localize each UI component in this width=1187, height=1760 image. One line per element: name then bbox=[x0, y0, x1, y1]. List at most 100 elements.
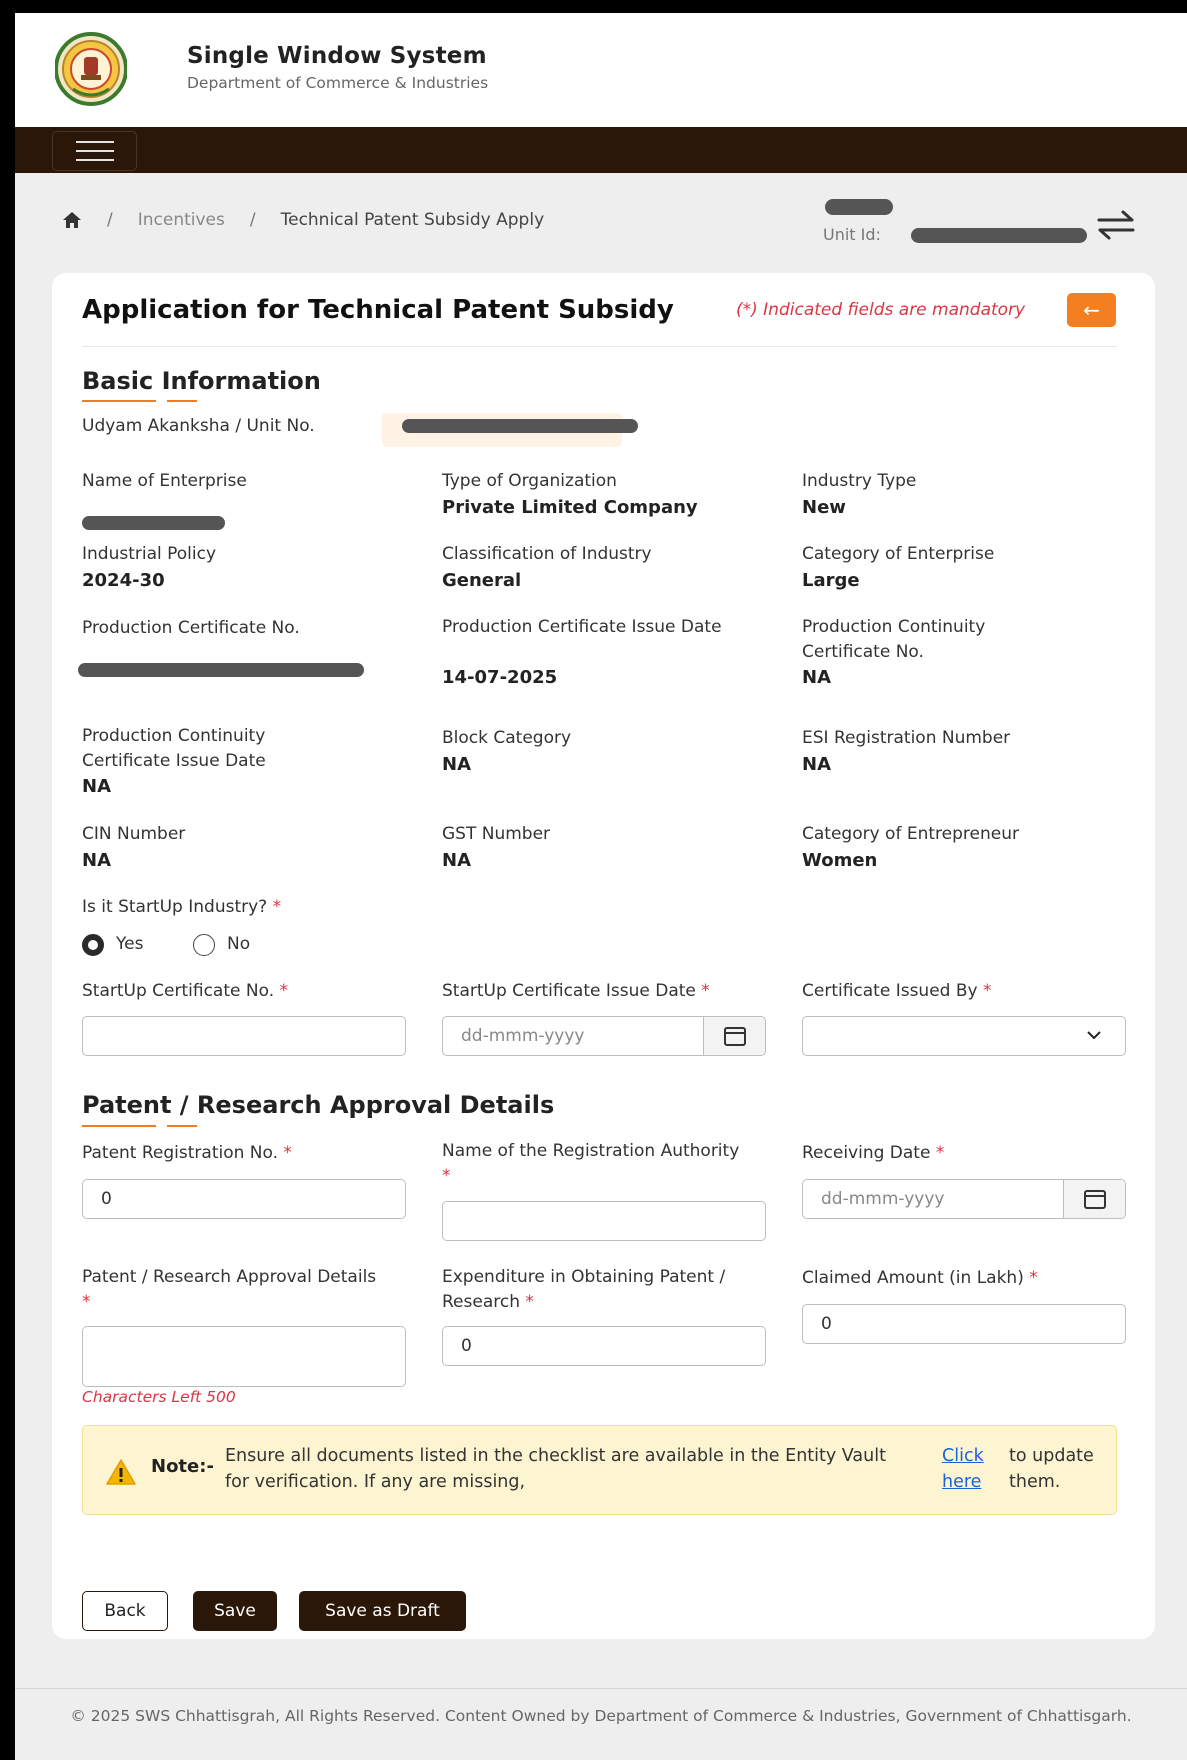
date-placeholder: dd-mmm-yyyy bbox=[821, 1189, 945, 1209]
esi-number-label: ESI Registration Number bbox=[802, 728, 1011, 748]
cert-issued-by-label: Certificate Issued By * bbox=[802, 979, 992, 1004]
startup-cert-date-label: StartUp Certificate Issue Date * bbox=[442, 979, 710, 1004]
cert-issued-by-select[interactable] bbox=[802, 1016, 1126, 1056]
calendar-icon-button[interactable] bbox=[1063, 1180, 1125, 1218]
title-divider bbox=[82, 346, 1117, 347]
organization-type-label: Type of Organization bbox=[442, 471, 617, 491]
authority-text: Name of the Registration Authority bbox=[442, 1141, 740, 1161]
authority-label: Name of the Registration Authority * bbox=[442, 1139, 742, 1189]
page-title: Application for Technical Patent Subsidy bbox=[82, 295, 674, 325]
footer-copyright: © 2025 SWS Chhattisgrah, All Rights Rese… bbox=[70, 1707, 1132, 1725]
breadcrumb-separator: / bbox=[249, 210, 256, 230]
continuity-cert-date-value: NA bbox=[82, 776, 111, 797]
udyam-value-pill bbox=[382, 413, 638, 447]
brand-header: Single Window System Department of Comme… bbox=[15, 13, 1187, 127]
required-marker: * bbox=[272, 897, 282, 917]
switch-unit-icon[interactable] bbox=[1095, 208, 1137, 242]
patent-reg-no-input[interactable]: 0 bbox=[82, 1179, 406, 1219]
expenditure-label: Expenditure in Obtaining Patent / Resear… bbox=[442, 1265, 772, 1315]
required-marker: * bbox=[1029, 1268, 1038, 1288]
redacted-udyam-number bbox=[402, 419, 638, 433]
redacted-unit-name bbox=[825, 199, 893, 215]
unit-id-label: Unit Id: bbox=[823, 225, 881, 244]
back-button[interactable]: Back bbox=[82, 1591, 168, 1631]
startup-question-label: Is it StartUp Industry? * bbox=[82, 895, 281, 920]
save-button[interactable]: Save bbox=[193, 1591, 277, 1631]
continuity-cert-no-label: Production Continuity Certificate No. bbox=[802, 617, 986, 662]
home-icon[interactable] bbox=[62, 210, 82, 230]
section-title-basic-info: Basic Information bbox=[82, 367, 321, 395]
back-arrow-button[interactable]: ← bbox=[1067, 293, 1116, 327]
note-text: Ensure all documents listed in the check… bbox=[225, 1446, 886, 1492]
breadcrumb-incentives-link[interactable]: Incentives bbox=[138, 210, 225, 230]
expenditure-input[interactable]: 0 bbox=[442, 1326, 766, 1366]
startup-yes-radio[interactable] bbox=[82, 934, 104, 956]
production-cert-date-value: 14-07-2025 bbox=[442, 667, 558, 688]
mandatory-note: (*) Indicated fields are mandatory bbox=[736, 300, 1026, 320]
required-marker: * bbox=[983, 981, 992, 1001]
save-as-draft-button[interactable]: Save as Draft bbox=[299, 1591, 466, 1631]
approval-details-label: Patent / Research Approval Details * bbox=[82, 1265, 382, 1315]
app-frame: Single Window System Department of Comme… bbox=[15, 13, 1187, 1760]
patent-reg-no-text: Patent Registration No. bbox=[82, 1143, 279, 1163]
breadcrumb-separator: / bbox=[107, 210, 113, 230]
click-here-link[interactable]: Click here bbox=[942, 1443, 1002, 1495]
required-marker: * bbox=[701, 981, 710, 1001]
note-label: Note:- bbox=[151, 1456, 214, 1477]
continuity-cert-no-value: NA bbox=[802, 667, 831, 688]
calendar-icon bbox=[1083, 1190, 1106, 1209]
cert-issued-by-text: Certificate Issued By bbox=[802, 981, 978, 1001]
startup-cert-date-input[interactable]: dd-mmm-yyyy bbox=[442, 1016, 766, 1056]
receiving-date-label: Receiving Date * bbox=[802, 1141, 944, 1166]
enterprise-category-label: Category of Enterprise bbox=[802, 544, 995, 564]
top-navbar bbox=[15, 127, 1187, 173]
section-underline bbox=[167, 400, 197, 402]
receiving-date-input[interactable]: dd-mmm-yyyy bbox=[802, 1179, 1126, 1219]
entrepreneur-category-label: Category of Entrepreneur bbox=[802, 824, 1019, 844]
block-category-label: Block Category bbox=[442, 728, 572, 748]
startup-cert-date-text: StartUp Certificate Issue Date bbox=[442, 981, 696, 1001]
warning-icon bbox=[106, 1459, 136, 1485]
section-underline bbox=[82, 1125, 156, 1127]
section-title-patent: Patent / Research Approval Details bbox=[82, 1091, 555, 1119]
industry-type-value: New bbox=[802, 497, 846, 518]
hamburger-menu-button[interactable] bbox=[52, 131, 137, 171]
unit-info: Unit Id: bbox=[823, 199, 1087, 249]
industry-classification-label: Classification of Industry bbox=[442, 544, 652, 564]
claimed-amount-input[interactable]: 0 bbox=[802, 1304, 1126, 1344]
startup-cert-no-text: StartUp Certificate No. bbox=[82, 981, 275, 1001]
production-cert-date-label: Production Certificate Issue Date bbox=[442, 617, 722, 637]
entrepreneur-category-value: Women bbox=[802, 850, 878, 871]
required-marker: * bbox=[935, 1143, 945, 1163]
startup-yes-label[interactable]: Yes bbox=[116, 934, 143, 954]
claimed-amount-label: Claimed Amount (in Lakh) * bbox=[802, 1266, 1038, 1291]
authority-input[interactable] bbox=[442, 1201, 766, 1241]
application-card: Application for Technical Patent Subsidy… bbox=[52, 273, 1155, 1639]
esi-number-value: NA bbox=[802, 754, 831, 775]
calendar-icon-button[interactable] bbox=[703, 1017, 765, 1055]
startup-no-label[interactable]: No bbox=[227, 934, 250, 954]
redacted-enterprise-name bbox=[82, 516, 225, 530]
organization-type-value: Private Limited Company bbox=[442, 497, 698, 518]
industry-classification-value: General bbox=[442, 570, 522, 591]
enterprise-category-value: Large bbox=[802, 570, 860, 591]
receiving-date-text: Receiving Date bbox=[802, 1143, 931, 1163]
production-cert-no-label: Production Certificate No. bbox=[82, 618, 300, 638]
startup-question-text: Is it StartUp Industry? bbox=[82, 897, 268, 917]
startup-cert-no-input[interactable] bbox=[82, 1016, 406, 1056]
industrial-policy-label: Industrial Policy bbox=[82, 544, 217, 564]
cin-number-label: CIN Number bbox=[82, 824, 186, 844]
cin-number-value: NA bbox=[82, 850, 111, 871]
startup-no-radio[interactable] bbox=[193, 934, 215, 956]
claimed-amount-text: Claimed Amount (in Lakh) bbox=[802, 1268, 1024, 1288]
app-subtitle: Department of Commerce & Industries bbox=[187, 74, 489, 92]
expenditure-text: Expenditure in Obtaining Patent / Resear… bbox=[442, 1267, 726, 1312]
industry-type-label: Industry Type bbox=[802, 471, 917, 491]
required-marker: * bbox=[82, 1292, 91, 1312]
note-trailing-text: to update them. bbox=[1009, 1446, 1094, 1492]
industrial-policy-value: 2024-30 bbox=[82, 570, 165, 591]
app-title: Single Window System bbox=[187, 43, 487, 69]
gst-number-label: GST Number bbox=[442, 824, 551, 844]
calendar-icon bbox=[723, 1027, 746, 1046]
approval-details-textarea[interactable] bbox=[82, 1326, 406, 1387]
